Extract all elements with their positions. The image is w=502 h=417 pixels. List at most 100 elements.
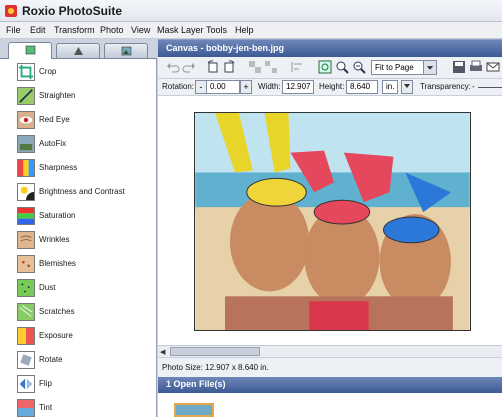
tool-saturation[interactable]: Saturation — [0, 204, 156, 228]
tool-red-eye[interactable]: Red Eye — [0, 108, 156, 132]
tool-label: AutoFix — [39, 139, 67, 148]
menu-mask-layer[interactable]: Mask Layer — [157, 25, 204, 35]
tool-crop[interactable]: Crop — [0, 60, 156, 84]
tab-tools[interactable] — [8, 42, 52, 59]
align-icon[interactable] — [290, 60, 304, 74]
photo-size-text: Photo Size: 12.907 x 8.640 in. — [162, 363, 269, 372]
zoom-select[interactable]: Fit to Page — [371, 60, 437, 75]
rotate-left-icon[interactable] — [206, 60, 220, 74]
zoom-value: Fit to Page — [375, 63, 414, 72]
tab-image[interactable] — [104, 43, 148, 58]
canvas-toolbar: Fit to Page — [158, 57, 502, 79]
open-file-thumbnail[interactable] — [174, 403, 214, 417]
menu-transform[interactable]: Transform — [54, 25, 95, 35]
scratches-icon — [17, 303, 35, 321]
tool-label: Scratches — [39, 307, 75, 316]
transparency-label: Transparency: — [420, 82, 471, 91]
canvas-window: Canvas - bobby-jen-ben.jpg Fit to Page R… — [158, 39, 502, 382]
unit-dropdown-button[interactable] — [401, 80, 413, 94]
width-field[interactable]: 12.907 — [282, 80, 314, 94]
print-icon[interactable] — [469, 60, 483, 74]
rotation-label: Rotation: — [162, 82, 195, 91]
sharpness-icon — [17, 159, 35, 177]
menu-view[interactable]: View — [131, 25, 150, 35]
tint-icon — [17, 399, 35, 417]
tool-brightness[interactable]: Brightness and Contrast — [0, 180, 156, 204]
saturation-icon — [17, 207, 35, 225]
straighten-icon — [17, 87, 35, 105]
menu-edit[interactable]: Edit — [30, 25, 46, 35]
minus-icon: - — [199, 82, 203, 92]
width-label: Width: — [258, 82, 281, 91]
rotate-icon — [17, 351, 35, 369]
tool-rotate[interactable]: Rotate — [0, 348, 156, 372]
email-icon[interactable] — [486, 60, 500, 74]
tool-sharpness[interactable]: Sharpness — [0, 156, 156, 180]
menu-photo[interactable]: Photo — [100, 25, 124, 35]
tool-label: Wrinkles — [39, 235, 70, 244]
chevron-down-icon[interactable] — [423, 61, 436, 74]
unit-field[interactable]: in. — [382, 80, 398, 94]
wrinkles-icon — [17, 231, 35, 249]
tool-straighten[interactable]: Straighten — [0, 84, 156, 108]
tool-label: Brightness and Contrast — [39, 187, 125, 196]
canvas-workarea[interactable] — [158, 96, 502, 382]
unit-value: in. — [386, 82, 395, 91]
open-files-panel: 1 Open File(s) — [158, 377, 502, 417]
tool-label: Tint — [39, 403, 53, 412]
objects-tab-icon — [74, 47, 83, 55]
canvas-title: Canvas - bobby-jen-ben.jpg — [166, 43, 285, 53]
tab-objects[interactable] — [56, 43, 100, 58]
transparency-minus[interactable]: - — [472, 82, 475, 91]
tool-label: Flip — [39, 379, 52, 388]
rotation-field[interactable]: 0.00 — [206, 80, 240, 94]
horizontal-scrollbar[interactable]: ◀ — [158, 345, 502, 357]
tool-label: Straighten — [39, 91, 76, 100]
exposure-icon — [17, 327, 35, 345]
dust-icon — [17, 279, 35, 297]
transparency-slider[interactable] — [478, 87, 502, 88]
canvas-title-bar: Canvas - bobby-jen-ben.jpg — [158, 39, 502, 57]
red-eye-icon — [17, 111, 35, 129]
undo-icon[interactable] — [166, 60, 180, 74]
redo-icon[interactable] — [182, 60, 196, 74]
tool-label: Exposure — [39, 331, 73, 340]
tool-label: Crop — [39, 67, 57, 76]
window-title: Roxio PhotoSuite — [22, 4, 122, 18]
canvas-photo[interactable] — [194, 112, 471, 331]
image-tab-icon — [121, 46, 132, 56]
tool-scratches[interactable]: Scratches — [0, 300, 156, 324]
zoom-out-icon[interactable] — [352, 60, 366, 74]
tool-dust[interactable]: Dust — [0, 276, 156, 300]
scroll-left-icon[interactable]: ◀ — [160, 348, 165, 356]
zoom-in-icon[interactable] — [335, 60, 349, 74]
tool-flip[interactable]: Flip — [0, 372, 156, 396]
height-field[interactable]: 8.640 — [346, 80, 378, 94]
tool-wrinkles[interactable]: Wrinkles — [0, 228, 156, 252]
menu-bar: File Edit Transform Photo View Mask Laye… — [0, 22, 502, 39]
menu-file[interactable]: File — [6, 25, 21, 35]
crop-icon — [17, 63, 35, 81]
plus-icon: + — [243, 82, 249, 92]
rotate-right-icon[interactable] — [222, 60, 236, 74]
width-value: 12.907 — [286, 82, 311, 91]
tool-autofix[interactable]: AutoFix — [0, 132, 156, 156]
ungroup-icon[interactable] — [264, 60, 278, 74]
tool-blemishes[interactable]: Blemishes — [0, 252, 156, 276]
blemishes-icon — [17, 255, 35, 273]
menu-help[interactable]: Help — [235, 25, 254, 35]
menu-tools[interactable]: Tools — [206, 25, 227, 35]
rotation-increment-button[interactable]: + — [240, 80, 252, 94]
group-icon[interactable] — [248, 60, 262, 74]
height-value: 8.640 — [350, 82, 371, 91]
brightness-icon — [17, 183, 35, 201]
flip-icon — [17, 375, 35, 393]
tool-label: Rotate — [39, 355, 63, 364]
title-bar: Roxio PhotoSuite — [0, 0, 502, 22]
scroll-thumb[interactable] — [170, 347, 260, 356]
tool-tint[interactable]: Tint — [0, 396, 156, 417]
save-icon[interactable] — [452, 60, 466, 74]
zoom-fit-icon[interactable] — [318, 60, 332, 74]
tool-exposure[interactable]: Exposure — [0, 324, 156, 348]
open-files-header: 1 Open File(s) — [158, 377, 502, 393]
